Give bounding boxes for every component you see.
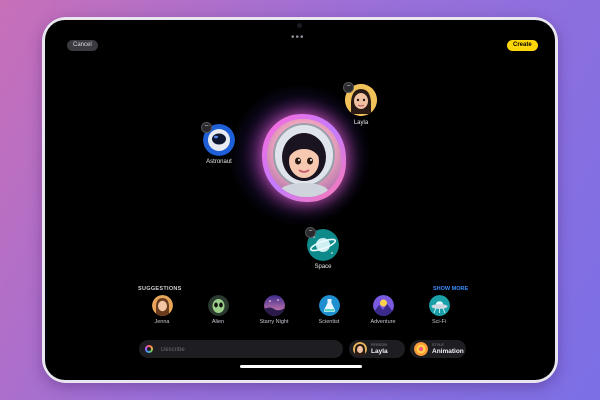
person-chip-caption: PERSON: [371, 343, 387, 347]
suggestion-sci-fi[interactable]: Sci-Fi: [419, 295, 459, 325]
image-playground-screen: ••• Cancel Create − Layla − Astronaut − …: [45, 20, 555, 380]
suggestion-label: Jenna: [154, 319, 170, 325]
starry-night-icon: [263, 295, 285, 316]
suggestion-label: Adventure: [370, 319, 396, 325]
suggestion-label: Alien: [211, 319, 225, 325]
generated-image-preview[interactable]: [262, 114, 346, 202]
suggestion-label: Sci-Fi: [431, 319, 447, 325]
bubble-label-space: Space: [314, 264, 332, 270]
style-chip-value: Animation: [432, 348, 464, 355]
suggestion-alien[interactable]: Alien: [198, 295, 238, 325]
bubble-label-astronaut: Astronaut: [206, 159, 232, 165]
describe-input[interactable]: [159, 340, 338, 360]
camera-dot: [297, 23, 302, 28]
astronaut-portrait-icon: [273, 123, 335, 197]
cancel-button[interactable]: Cancel: [67, 40, 98, 51]
create-button[interactable]: Create: [507, 40, 538, 51]
animation-style-icon: [414, 342, 428, 356]
person-chip-value: Layla: [371, 348, 388, 355]
suggestion-label: Starry Night: [259, 319, 289, 325]
flask-icon: [318, 295, 340, 316]
alien-icon: [207, 295, 229, 316]
more-dots-icon[interactable]: •••: [291, 32, 305, 43]
person-icon: [151, 295, 173, 316]
suggestion-starry-night[interactable]: Starry Night: [254, 295, 294, 325]
person-avatar: [353, 342, 367, 356]
suggestion-scientist[interactable]: Scientist: [309, 295, 349, 325]
bubble-label-layla: Layla: [353, 120, 369, 126]
person-chip[interactable]: PERSON Layla: [349, 340, 405, 358]
suggestion-jenna[interactable]: Jenna: [142, 295, 182, 325]
remove-space-button[interactable]: −: [305, 227, 316, 238]
generated-image: [267, 119, 341, 197]
remove-astronaut-button[interactable]: −: [201, 122, 212, 133]
suggestion-adventure[interactable]: Adventure: [363, 295, 403, 325]
remove-layla-button[interactable]: −: [343, 82, 354, 93]
style-chip-caption: STYLE: [432, 343, 445, 347]
color-ring-icon: [145, 345, 153, 353]
mountain-icon: [372, 295, 394, 316]
show-more-link[interactable]: SHOW MORE: [433, 286, 468, 292]
style-chip[interactable]: STYLE Animation: [410, 340, 466, 358]
ufo-icon: [428, 295, 450, 316]
home-indicator[interactable]: [240, 365, 362, 368]
suggestion-label: Scientist: [318, 319, 340, 325]
suggestions-title: SUGGESTIONS: [138, 286, 182, 292]
describe-field[interactable]: [139, 340, 343, 360]
